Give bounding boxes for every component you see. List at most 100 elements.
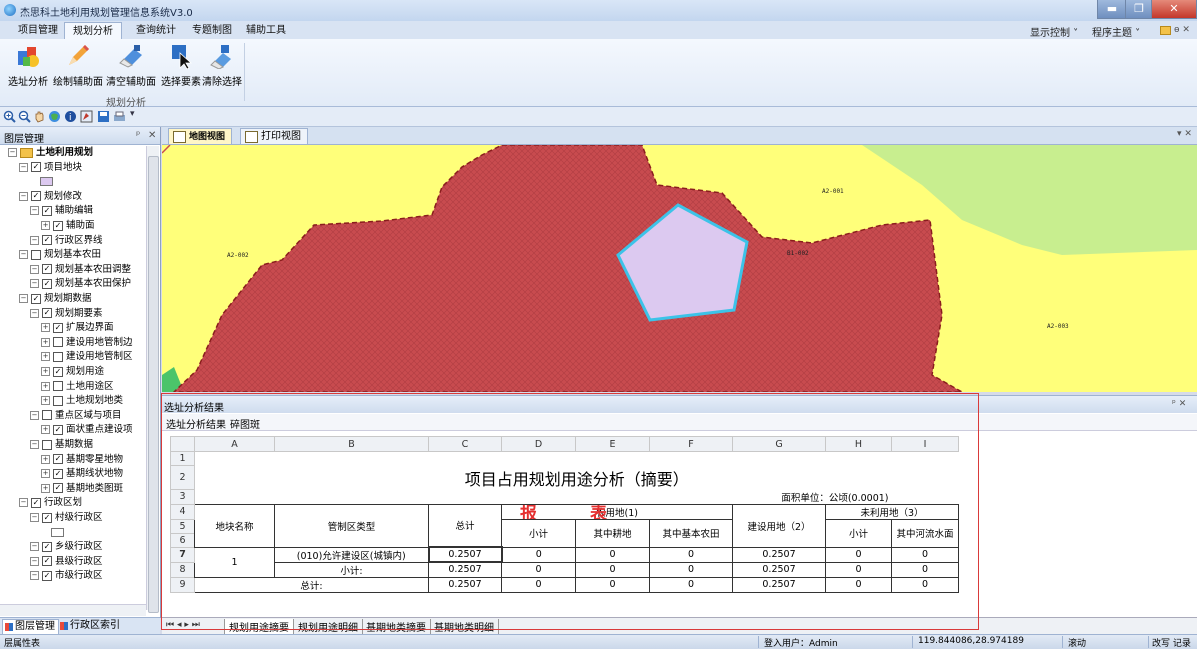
layer-checkbox[interactable]: ✓: [31, 293, 41, 304]
layer-tree-item[interactable]: + 土地用途区: [41, 380, 114, 394]
sheet-tab-base-detail[interactable]: 基期地类明细: [430, 619, 499, 634]
layer-tree-item[interactable]: − ✓ 辅助编辑: [30, 204, 93, 218]
clear-selection-button[interactable]: 清除选择: [202, 43, 242, 88]
layer-tree-item[interactable]: [30, 175, 53, 189]
expand-toggle-icon[interactable]: −: [19, 250, 28, 260]
doc-menu-icon[interactable]: ▾ ✕: [1177, 129, 1192, 139]
layer-tree-item[interactable]: + ✓ 基期零星地物: [41, 453, 123, 467]
layer-checkbox[interactable]: [53, 337, 63, 348]
expand-toggle-icon[interactable]: +: [41, 367, 50, 376]
cell-value[interactable]: 0.2507: [428, 561, 502, 578]
display-control-menu[interactable]: 显示控制 ˅: [1030, 24, 1078, 39]
cell-grand-total-label[interactable]: 总计:: [194, 576, 429, 593]
corner-cell[interactable]: [170, 436, 195, 452]
layer-checkbox[interactable]: [31, 249, 41, 260]
layer-tree-item[interactable]: − ✓ 市级行政区: [30, 569, 103, 583]
tab-map-view[interactable]: 地图视图: [168, 128, 233, 144]
expand-toggle-icon[interactable]: +: [41, 425, 50, 435]
col-header[interactable]: D: [501, 436, 576, 452]
expand-toggle-icon[interactable]: −: [30, 308, 39, 318]
layer-tree-item[interactable]: − ✓ 行政区界线: [30, 234, 103, 248]
map-canvas[interactable]: A2-001 A2-002 B1-002 A2-003: [162, 145, 1197, 392]
cell-value[interactable]: 0: [649, 546, 733, 563]
expand-toggle-icon[interactable]: +: [41, 454, 50, 464]
cell-value[interactable]: 0.2507: [428, 576, 502, 593]
cell-parcel[interactable]: 1: [194, 546, 275, 578]
tab-project-management[interactable]: 项目管理: [10, 22, 66, 39]
tab-thematic-mapping[interactable]: 专题制图: [184, 22, 240, 39]
expand-toggle-icon[interactable]: +: [41, 352, 50, 362]
layer-checkbox[interactable]: [53, 351, 63, 362]
layer-checkbox[interactable]: ✓: [42, 205, 52, 216]
col-header[interactable]: B: [274, 436, 429, 452]
cell-value[interactable]: 0.2507: [732, 546, 826, 563]
expand-toggle-icon[interactable]: +: [41, 483, 50, 493]
layer-checkbox[interactable]: ✓: [53, 366, 63, 377]
cell-zone[interactable]: (010)允许建设区(城镇内): [274, 546, 429, 563]
expand-toggle-icon[interactable]: −: [30, 440, 39, 449]
row-header[interactable]: 7: [170, 546, 195, 563]
cell-value[interactable]: 0: [891, 576, 959, 593]
tab-layer-management[interactable]: 图层管理: [2, 619, 59, 635]
layer-tree-scrollbar[interactable]: [146, 146, 159, 613]
close-button[interactable]: ✕: [1151, 0, 1197, 19]
pan-hand-icon[interactable]: [33, 110, 46, 123]
row-header[interactable]: 8: [170, 561, 195, 578]
layer-tree-item[interactable]: − ✓ 行政区划: [19, 496, 82, 510]
layer-tree-item[interactable]: − ✓ 县级行政区: [30, 555, 103, 569]
layer-checkbox[interactable]: ✓: [53, 322, 63, 333]
layer-checkbox[interactable]: [53, 381, 63, 392]
layer-tree-item[interactable]: − ✓ 规划期数据: [19, 292, 92, 306]
layer-tree-item[interactable]: − 土地利用规划: [8, 146, 93, 160]
layer-checkbox[interactable]: ✓: [53, 454, 63, 465]
layer-checkbox[interactable]: ✓: [53, 468, 63, 479]
layer-tree-item[interactable]: − ✓ 规划基本农田保护: [30, 277, 131, 291]
cell-value[interactable]: 0: [825, 546, 892, 563]
cell-value[interactable]: 0: [825, 561, 892, 578]
layer-tree-item[interactable]: + ✓ 基期地类图斑: [41, 482, 123, 496]
row-header[interactable]: 1: [170, 451, 195, 466]
cell-value[interactable]: 0: [825, 576, 892, 593]
layer-checkbox[interactable]: ✓: [42, 308, 52, 319]
expand-toggle-icon[interactable]: −: [30, 542, 39, 552]
layer-tree-item[interactable]: − 重点区域与项目: [30, 409, 122, 423]
scrollbar-thumb[interactable]: [148, 156, 159, 613]
row-header[interactable]: 3: [170, 489, 195, 505]
sheet-tab-use-detail[interactable]: 规划用途明细: [294, 619, 363, 634]
layer-checkbox[interactable]: ✓: [42, 541, 52, 552]
expand-toggle-icon[interactable]: −: [8, 148, 17, 157]
sheet-tab-use-summary[interactable]: 规划用途摘要: [224, 619, 294, 635]
layer-tree-item[interactable]: − ✓ 规划基本农田调整: [30, 263, 131, 277]
layer-tree-item[interactable]: − ✓ 规划修改: [19, 190, 82, 204]
layer-tree-item[interactable]: − ✓ 村级行政区: [30, 511, 103, 525]
sheet-tab-base-summary[interactable]: 基期地类摘要: [362, 619, 431, 634]
minimize-button[interactable]: ▬: [1097, 0, 1127, 19]
cell-value[interactable]: 0: [575, 546, 650, 563]
expand-toggle-icon[interactable]: +: [41, 469, 50, 479]
expand-toggle-icon[interactable]: −: [30, 279, 39, 289]
site-analysis-button[interactable]: 选址分析: [8, 43, 48, 88]
layer-checkbox[interactable]: ✓: [42, 570, 52, 581]
layer-tree-item[interactable]: + 建设用地管制区: [41, 350, 133, 364]
layer-checkbox[interactable]: ✓: [31, 191, 41, 202]
expand-toggle-icon[interactable]: +: [41, 337, 50, 347]
row-header[interactable]: 5: [170, 518, 195, 534]
cell-value[interactable]: 0.2507: [427, 546, 503, 563]
layer-checkbox[interactable]: ✓: [42, 556, 52, 567]
layer-tree-item[interactable]: − ✓ 乡级行政区: [30, 540, 103, 554]
tab-aux-tools[interactable]: 辅助工具: [238, 22, 294, 39]
measure-icon[interactable]: [80, 110, 93, 123]
subtab-fragments[interactable]: 碎图斑: [230, 416, 260, 431]
subtab-site-result[interactable]: 选址分析结果: [166, 416, 226, 431]
tab-admin-index[interactable]: 行政区索引: [58, 619, 123, 633]
expand-toggle-icon[interactable]: −: [30, 513, 39, 522]
expand-toggle-icon[interactable]: −: [19, 498, 28, 508]
identify-icon[interactable]: i: [64, 110, 77, 123]
cell-value[interactable]: 0: [891, 546, 959, 563]
expand-toggle-icon[interactable]: −: [30, 206, 39, 216]
restore-ribbon-icon[interactable]: [1160, 26, 1171, 35]
expand-toggle-icon[interactable]: +: [41, 396, 50, 406]
col-header[interactable]: H: [825, 436, 892, 452]
cell-value[interactable]: 0: [501, 546, 576, 563]
spreadsheet[interactable]: A B C D E F G H I 1 2 项目占用规划用途分析（摘要） 3 面…: [170, 436, 959, 593]
